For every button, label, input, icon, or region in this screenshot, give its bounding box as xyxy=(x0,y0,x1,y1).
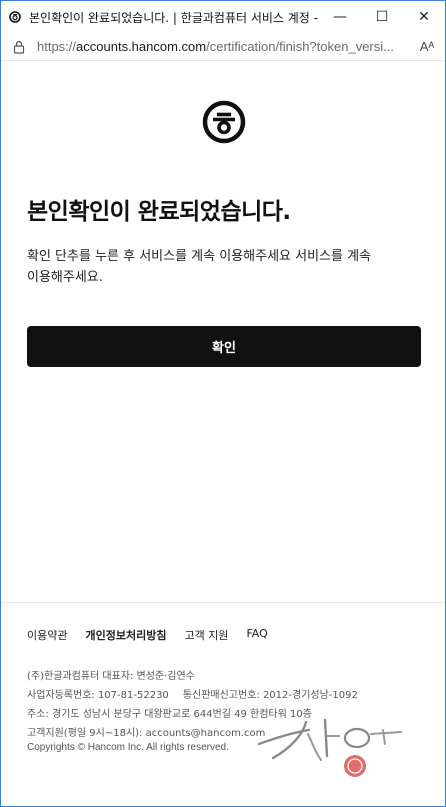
maximize-button[interactable]: ☐ xyxy=(361,1,403,33)
browser-window: 본인확인이 완료되었습니다. | 한글과컴퓨터 서비스 계정 -... — ☐ … xyxy=(0,0,446,807)
footer-link-support[interactable]: 고객 지원 xyxy=(184,627,228,643)
footer-link-faq[interactable]: FAQ xyxy=(246,627,267,643)
url-host: accounts.hancom.com xyxy=(76,39,207,54)
confirm-button[interactable]: 확인 xyxy=(27,326,421,367)
footer-link-terms[interactable]: 이용약관 xyxy=(27,627,67,643)
business-number: 사업자등록번호: 107-81-52230 xyxy=(27,690,169,701)
copyright-text: Copyrights © Hancom Inc. All rights rese… xyxy=(27,742,229,753)
handwritten-signature xyxy=(251,714,411,784)
footer-links: 이용약관 개인정보처리방침 고객 지원 FAQ xyxy=(27,627,268,643)
hancom-logo-icon xyxy=(201,99,247,145)
mail-order-number: 통신판매신고번호: 2012-경기성남-1092 xyxy=(182,690,358,701)
read-aloud-icon[interactable]: Aᴬ xyxy=(409,39,445,54)
close-button[interactable]: ✕ xyxy=(403,1,445,33)
address-bar[interactable]: https://accounts.hancom.com/certificatio… xyxy=(1,33,445,61)
registration-row: 사업자등록번호: 107-81-52230 통신판매신고번호: 2012-경기성남… xyxy=(27,686,427,705)
hancom-favicon-icon xyxy=(1,1,29,33)
minimize-button[interactable]: — xyxy=(319,1,361,33)
title-bar: 본인확인이 완료되었습니다. | 한글과컴퓨터 서비스 계정 -... — ☐ … xyxy=(1,1,445,33)
page-content: 본인확인이 완료되었습니다. 확인 단추를 누른 후 서비스를 계속 이용해주세… xyxy=(1,62,445,806)
window-title: 본인확인이 완료되었습니다. | 한글과컴퓨터 서비스 계정 -... xyxy=(29,10,319,25)
footer-divider xyxy=(1,602,445,603)
footer-link-privacy[interactable]: 개인정보처리방침 xyxy=(85,627,166,643)
url-scheme: https:// xyxy=(37,39,77,54)
description-text: 확인 단추를 누른 후 서비스를 계속 이용해주세요 서비스를 계속 이용해주세… xyxy=(27,249,372,285)
url-path: /certification/finish?token_versi... xyxy=(206,39,394,54)
company-line: (주)한글과컴퓨터 대표자: 변성준·김연수 xyxy=(27,671,195,682)
lock-icon[interactable] xyxy=(1,40,37,54)
page-title: 본인확인이 완료되었습니다. xyxy=(27,199,291,225)
url-text[interactable]: https://accounts.hancom.com/certificatio… xyxy=(37,39,409,54)
